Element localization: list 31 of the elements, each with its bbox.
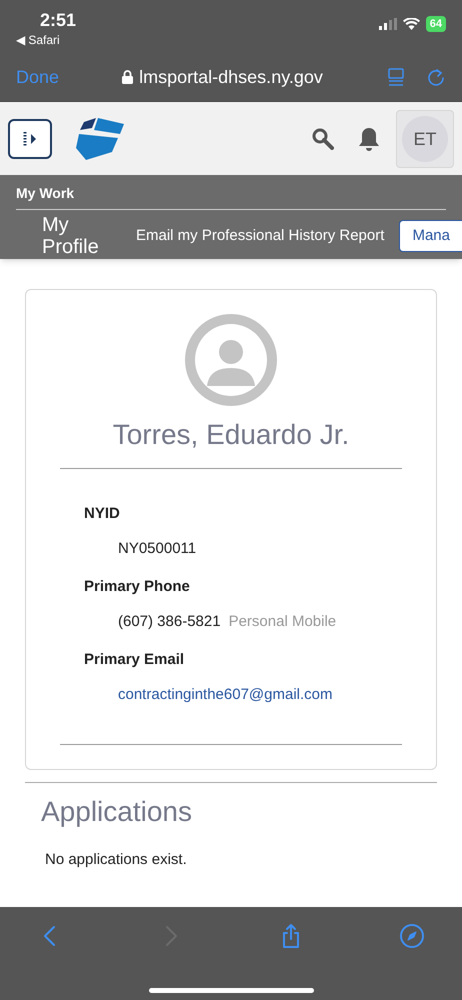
section-label: My Work <box>15 184 76 203</box>
field-value: (607) 386-5821 <box>118 612 221 632</box>
reload-icon[interactable] <box>426 66 446 86</box>
page-title: My Profile <box>42 214 100 258</box>
signal-icon <box>378 18 397 30</box>
field-label: Primary Phone <box>84 577 191 597</box>
user-avatar[interactable]: ET <box>402 116 448 162</box>
bell-icon[interactable] <box>358 126 380 150</box>
battery-indicator: 64 <box>426 16 446 32</box>
search-icon[interactable] <box>312 128 334 150</box>
reader-icon[interactable] <box>386 66 406 86</box>
manage-button[interactable]: Mana <box>399 220 462 252</box>
back-to-app-link[interactable]: ◀ Safari <box>16 32 76 48</box>
email-link[interactable]: contractinginthe607@gmail.com <box>118 684 333 706</box>
wifi-icon <box>402 18 420 30</box>
compass-icon <box>398 923 425 949</box>
field-label: NYID <box>84 504 121 524</box>
url-text[interactable]: lmsportal-dhses.ny.gov <box>139 62 323 90</box>
profile-name: Torres, Eduardo Jr. <box>112 418 350 452</box>
avatar-placeholder-icon <box>185 314 277 406</box>
sidebar-toggle-button[interactable] <box>8 118 52 158</box>
logo <box>76 118 126 160</box>
applications-heading: Applications <box>41 795 193 829</box>
field-label: Primary Email <box>84 650 186 670</box>
email-report-link[interactable]: Email my Professional History Report <box>136 224 384 248</box>
field-value: NY0500011 <box>118 538 196 558</box>
empty-message: No applications exist. <box>45 850 188 870</box>
status-time: 2:51 <box>40 9 76 32</box>
field-note: Personal Mobile <box>228 612 336 632</box>
sidebar-expand-icon <box>22 130 38 146</box>
lock-icon <box>122 70 134 84</box>
